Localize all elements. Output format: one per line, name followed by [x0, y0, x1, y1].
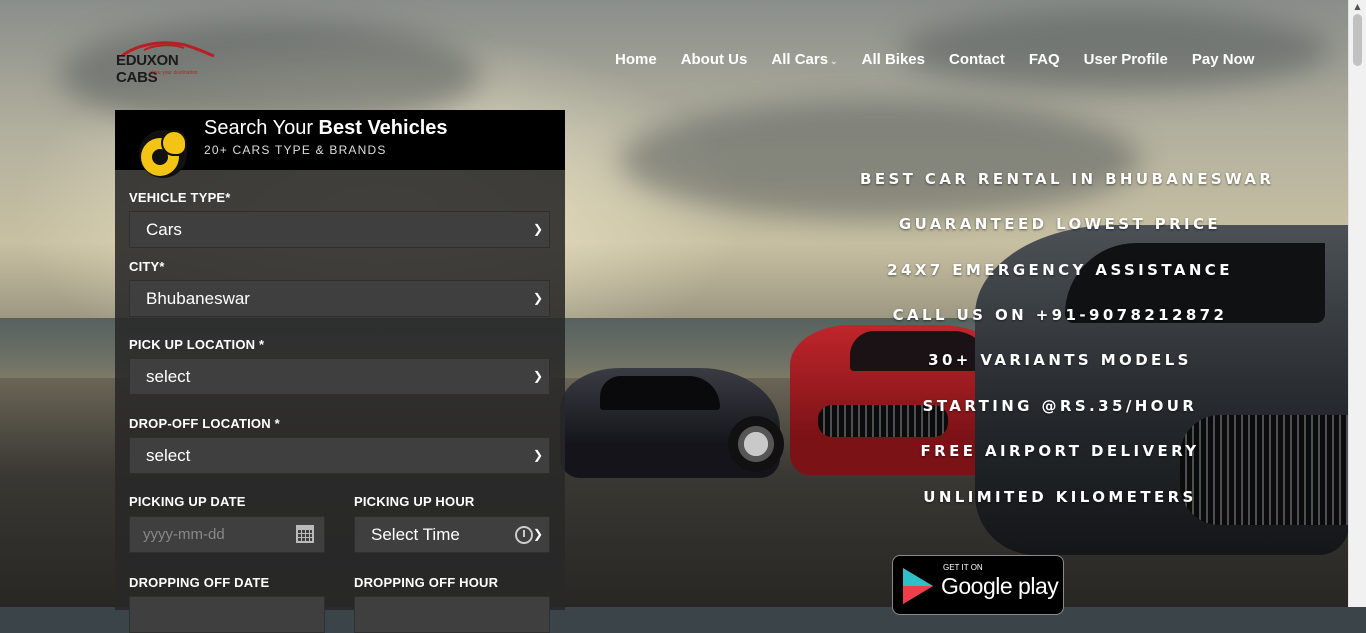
brand-name: EDUXON CABS — [116, 52, 179, 86]
calendar-icon[interactable] — [296, 525, 314, 543]
chevron-down-icon: ⌄ — [830, 56, 838, 66]
eduxon-cabs-logo[interactable]: EDUXON CABS drive your destination — [114, 38, 218, 86]
nav-faq[interactable]: FAQ — [1029, 51, 1060, 68]
nav-home[interactable]: Home — [615, 51, 657, 68]
nav-all-cars[interactable]: All Cars ⌄ — [771, 51, 837, 68]
nav-user-profile[interactable]: User Profile — [1084, 51, 1168, 68]
dropoff-date-label: DROPPING OFF DATE — [129, 575, 270, 590]
google-play-badge[interactable]: GET IT ON Google play — [892, 555, 1064, 615]
vehicle-type-label: VEHICLE TYPE* — [129, 190, 231, 205]
dropoff-hour-select[interactable] — [354, 596, 550, 633]
vehicle-type-select[interactable]: Cars ❯ — [129, 211, 550, 248]
title-prefix: Search Your — [204, 117, 319, 139]
google-play-large-text: Google play — [941, 573, 1059, 599]
nav-all-bikes[interactable]: All Bikes — [862, 51, 925, 68]
city-label: CITY* — [129, 259, 165, 274]
pickup-date-input[interactable]: yyyy-mm-dd — [129, 516, 325, 553]
chevron-down-icon: ❯ — [532, 527, 543, 541]
pickup-hour-label: PICKING UP HOUR — [354, 494, 475, 509]
search-panel-title: Search Your Best Vehicles — [204, 117, 448, 140]
feature-item: UNLIMITED KILOMETERS — [923, 488, 1197, 506]
feature-item: GUARANTEED LOWEST PRICE — [898, 215, 1222, 233]
nav-contact[interactable]: Contact — [949, 51, 1005, 68]
dropoff-date-input[interactable] — [129, 596, 325, 633]
chevron-down-icon: ❯ — [532, 291, 543, 305]
brand-tagline: drive your destination — [150, 70, 198, 76]
pickup-location-select[interactable]: select ❯ — [129, 358, 550, 395]
city-value: Bhubaneswar — [146, 289, 250, 308]
feature-item: STARTING @RS.35/HOUR — [922, 397, 1198, 415]
dropoff-location-value: select — [146, 446, 191, 465]
nav-about-us[interactable]: About Us — [681, 51, 748, 68]
search-panel-header: Search Your Best Vehicles 20+ CARS TYPE … — [115, 110, 565, 178]
dropoff-location-select[interactable]: select ❯ — [129, 437, 550, 474]
scroll-up-arrow-icon[interactable]: ▲ — [1349, 0, 1366, 14]
black-sports-car-image — [560, 368, 784, 478]
dropoff-hour-label: DROPPING OFF HOUR — [354, 575, 499, 590]
pickup-hour-select[interactable]: Select Time ❯ — [354, 516, 550, 553]
main-nav: Home About Us All Cars ⌄ All Bikes Contac… — [615, 51, 1278, 68]
nav-pay-now[interactable]: Pay Now — [1192, 51, 1255, 68]
feature-item: BEST CAR RENTAL IN BHUBANESWAR — [860, 170, 1275, 188]
pickup-hour-value: Select Time — [371, 525, 460, 544]
search-panel-subtitle: 20+ CARS TYPE & BRANDS — [204, 143, 387, 157]
page-scrollbar[interactable]: ▲ — [1348, 0, 1366, 607]
feature-item: FREE AIRPORT DELIVERY — [920, 442, 1200, 460]
pickup-date-label: PICKING UP DATE — [129, 494, 246, 509]
feature-item: CALL US ON +91-9078212872 — [892, 306, 1228, 324]
chevron-down-icon: ❯ — [532, 448, 543, 462]
city-select[interactable]: Bhubaneswar ❯ — [129, 280, 550, 317]
scrollbar-thumb[interactable] — [1353, 14, 1362, 66]
pickup-location-label: PICK UP LOCATION * — [129, 337, 265, 352]
pickup-location-value: select — [146, 367, 191, 386]
google-play-small-text: GET IT ON — [943, 563, 983, 572]
nav-all-cars-label: All Cars — [771, 51, 829, 68]
vehicle-type-value: Cars — [146, 220, 182, 239]
title-bold: Best Vehicles — [318, 117, 448, 139]
chevron-down-icon: ❯ — [532, 369, 543, 383]
brake-disc-icon — [139, 130, 187, 178]
vehicle-search-panel: Search Your Best Vehicles 20+ CARS TYPE … — [115, 110, 565, 633]
clock-icon — [515, 526, 533, 544]
pickup-date-placeholder: yyyy-mm-dd — [143, 526, 225, 543]
feature-item: 30+ VARIANTS MODELS — [928, 351, 1192, 369]
chevron-down-icon: ❯ — [532, 222, 543, 236]
dropoff-location-label: DROP-OFF LOCATION * — [129, 416, 280, 431]
feature-item: 24X7 EMERGENCY ASSISTANCE — [887, 261, 1233, 279]
